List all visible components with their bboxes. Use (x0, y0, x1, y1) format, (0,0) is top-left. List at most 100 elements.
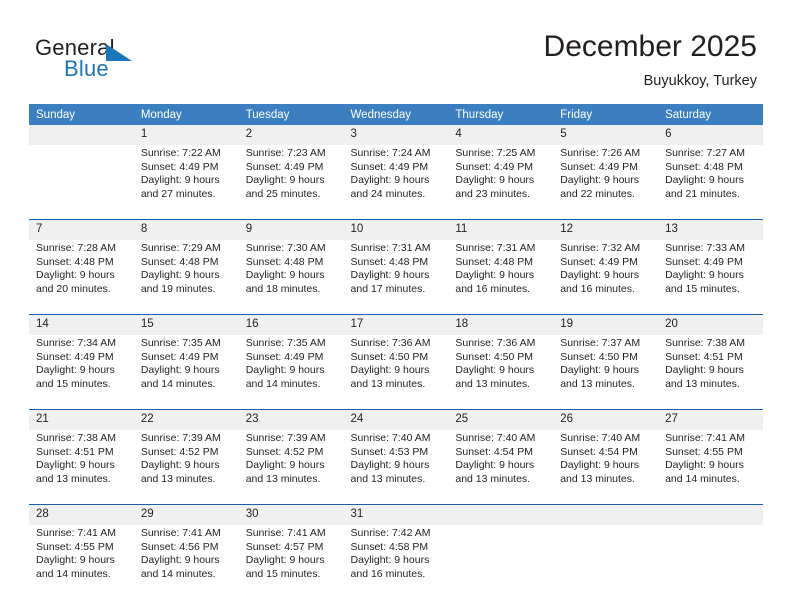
day-number[interactable]: 15 (133, 314, 239, 335)
day-detail-row: Sunrise: 7:28 AM Sunset: 4:48 PM Dayligh… (29, 240, 763, 315)
sunrise-text: Sunrise: 7:35 AM (140, 337, 221, 349)
day-number[interactable] (29, 125, 134, 145)
day-cell[interactable]: Sunrise: 7:31 AM Sunset: 4:48 PM Dayligh… (343, 240, 449, 315)
day-cell[interactable] (29, 145, 134, 220)
daylight-text: Daylight: 9 hours and 22 minutes. (560, 174, 640, 200)
day-number[interactable]: 3 (343, 125, 449, 145)
day-cell[interactable]: Sunrise: 7:22 AM Sunset: 4:49 PM Dayligh… (133, 145, 239, 220)
day-cell[interactable]: Sunrise: 7:40 AM Sunset: 4:53 PM Dayligh… (343, 430, 449, 505)
day-number[interactable]: 4 (448, 125, 554, 145)
day-cell[interactable]: Sunrise: 7:30 AM Sunset: 4:48 PM Dayligh… (238, 240, 344, 315)
sunset-text: Sunset: 4:49 PM (560, 255, 638, 268)
day-number[interactable]: 30 (238, 504, 344, 525)
weekday-header-thursday: Thursday (448, 104, 554, 125)
sunset-text: Sunset: 4:54 PM (455, 445, 534, 458)
day-cell[interactable]: Sunrise: 7:37 AM Sunset: 4:50 PM Dayligh… (553, 335, 659, 410)
day-number[interactable]: 28 (29, 504, 134, 525)
day-number[interactable]: 31 (343, 504, 449, 525)
day-number[interactable] (448, 504, 554, 525)
daylight-text: Daylight: 9 hours and 21 minutes. (665, 174, 744, 200)
day-cell[interactable]: Sunrise: 7:26 AM Sunset: 4:49 PM Dayligh… (553, 145, 659, 220)
day-cell[interactable]: Sunrise: 7:40 AM Sunset: 4:54 PM Dayligh… (448, 430, 554, 505)
day-number[interactable]: 18 (448, 314, 554, 335)
day-number[interactable]: 24 (343, 409, 449, 430)
daylight-text: Daylight: 9 hours and 15 minutes. (665, 269, 744, 295)
day-number[interactable]: 25 (448, 409, 554, 430)
weekday-header-friday: Friday (553, 104, 659, 125)
day-cell[interactable]: Sunrise: 7:28 AM Sunset: 4:48 PM Dayligh… (29, 240, 134, 315)
day-cell[interactable]: Sunrise: 7:35 AM Sunset: 4:49 PM Dayligh… (133, 335, 239, 410)
day-cell[interactable]: Sunrise: 7:39 AM Sunset: 4:52 PM Dayligh… (238, 430, 344, 505)
sunset-text: Sunset: 4:52 PM (140, 445, 219, 458)
day-cell[interactable] (658, 525, 763, 599)
day-cell[interactable]: Sunrise: 7:41 AM Sunset: 4:57 PM Dayligh… (238, 525, 344, 599)
day-number[interactable]: 14 (29, 314, 134, 335)
day-number[interactable]: 29 (133, 504, 239, 525)
day-number[interactable]: 10 (343, 219, 449, 240)
daylight-text: Daylight: 9 hours and 14 minutes. (245, 364, 325, 390)
day-number[interactable] (658, 504, 763, 525)
day-cell[interactable]: Sunrise: 7:39 AM Sunset: 4:52 PM Dayligh… (133, 430, 239, 505)
day-number[interactable]: 13 (658, 219, 763, 240)
day-cell[interactable]: Sunrise: 7:38 AM Sunset: 4:51 PM Dayligh… (658, 335, 763, 410)
day-cell[interactable]: Sunrise: 7:32 AM Sunset: 4:49 PM Dayligh… (553, 240, 659, 315)
day-number[interactable]: 16 (238, 314, 344, 335)
day-number[interactable]: 27 (658, 409, 763, 430)
day-cell[interactable] (448, 525, 554, 599)
day-number[interactable]: 22 (133, 409, 239, 430)
sunrise-text: Sunrise: 7:33 AM (665, 242, 746, 254)
day-cell[interactable]: Sunrise: 7:38 AM Sunset: 4:51 PM Dayligh… (29, 430, 134, 505)
day-cell[interactable]: Sunrise: 7:29 AM Sunset: 4:48 PM Dayligh… (133, 240, 239, 315)
day-number[interactable]: 2 (238, 125, 344, 145)
sunrise-text: Sunrise: 7:38 AM (36, 432, 116, 444)
day-detail-row: Sunrise: 7:38 AM Sunset: 4:51 PM Dayligh… (29, 430, 763, 505)
general-blue-logo[interactable]: General Blue (35, 35, 235, 85)
sunrise-text: Sunrise: 7:29 AM (140, 242, 221, 254)
day-number[interactable]: 17 (343, 314, 449, 335)
daylight-text: Daylight: 9 hours and 13 minutes. (140, 459, 220, 485)
day-cell[interactable]: Sunrise: 7:41 AM Sunset: 4:56 PM Dayligh… (133, 525, 239, 599)
day-cell[interactable]: Sunrise: 7:40 AM Sunset: 4:54 PM Dayligh… (553, 430, 659, 505)
day-cell[interactable]: Sunrise: 7:35 AM Sunset: 4:49 PM Dayligh… (238, 335, 344, 410)
triangle-icon (106, 44, 132, 61)
sunset-text: Sunset: 4:55 PM (36, 540, 114, 553)
day-number[interactable]: 9 (238, 219, 344, 240)
day-cell[interactable] (553, 525, 659, 599)
sunset-text: Sunset: 4:49 PM (140, 350, 219, 363)
sunrise-text: Sunrise: 7:24 AM (350, 147, 431, 159)
day-cell[interactable]: Sunrise: 7:33 AM Sunset: 4:49 PM Dayligh… (658, 240, 763, 315)
sunrise-text: Sunrise: 7:26 AM (560, 147, 641, 159)
day-cell[interactable]: Sunrise: 7:23 AM Sunset: 4:49 PM Dayligh… (238, 145, 344, 220)
day-number[interactable]: 8 (133, 219, 239, 240)
day-number[interactable]: 5 (553, 125, 659, 145)
day-cell[interactable]: Sunrise: 7:31 AM Sunset: 4:48 PM Dayligh… (448, 240, 554, 315)
calendar-table: Sunday Monday Tuesday Wednesday Thursday… (29, 104, 763, 599)
day-cell[interactable]: Sunrise: 7:25 AM Sunset: 4:49 PM Dayligh… (448, 145, 554, 220)
day-cell[interactable]: Sunrise: 7:24 AM Sunset: 4:49 PM Dayligh… (343, 145, 449, 220)
day-number[interactable]: 21 (29, 409, 134, 430)
day-number[interactable]: 23 (238, 409, 344, 430)
sunset-text: Sunset: 4:49 PM (665, 255, 743, 268)
day-number[interactable]: 26 (553, 409, 659, 430)
day-cell[interactable]: Sunrise: 7:41 AM Sunset: 4:55 PM Dayligh… (658, 430, 763, 505)
day-number[interactable]: 11 (448, 219, 554, 240)
day-number[interactable]: 6 (658, 125, 763, 145)
day-cell[interactable]: Sunrise: 7:36 AM Sunset: 4:50 PM Dayligh… (343, 335, 449, 410)
daylight-text: Daylight: 9 hours and 13 minutes. (560, 459, 640, 485)
day-number[interactable]: 12 (553, 219, 659, 240)
day-cell[interactable]: Sunrise: 7:27 AM Sunset: 4:48 PM Dayligh… (658, 145, 763, 220)
day-number[interactable] (553, 504, 659, 525)
day-number[interactable]: 1 (133, 125, 239, 145)
sunset-text: Sunset: 4:48 PM (350, 255, 429, 268)
day-number[interactable]: 19 (553, 314, 659, 335)
day-number[interactable]: 20 (658, 314, 763, 335)
day-cell[interactable]: Sunrise: 7:41 AM Sunset: 4:55 PM Dayligh… (29, 525, 134, 599)
sunrise-text: Sunrise: 7:35 AM (245, 337, 326, 349)
day-cell[interactable]: Sunrise: 7:42 AM Sunset: 4:58 PM Dayligh… (343, 525, 449, 599)
day-cell[interactable]: Sunrise: 7:36 AM Sunset: 4:50 PM Dayligh… (448, 335, 554, 410)
day-cell[interactable]: Sunrise: 7:34 AM Sunset: 4:49 PM Dayligh… (29, 335, 134, 410)
logo-word-blue: Blue (64, 56, 109, 81)
daylight-text: Daylight: 9 hours and 20 minutes. (36, 269, 115, 295)
day-number[interactable]: 7 (29, 219, 134, 240)
sunrise-text: Sunrise: 7:22 AM (140, 147, 221, 159)
